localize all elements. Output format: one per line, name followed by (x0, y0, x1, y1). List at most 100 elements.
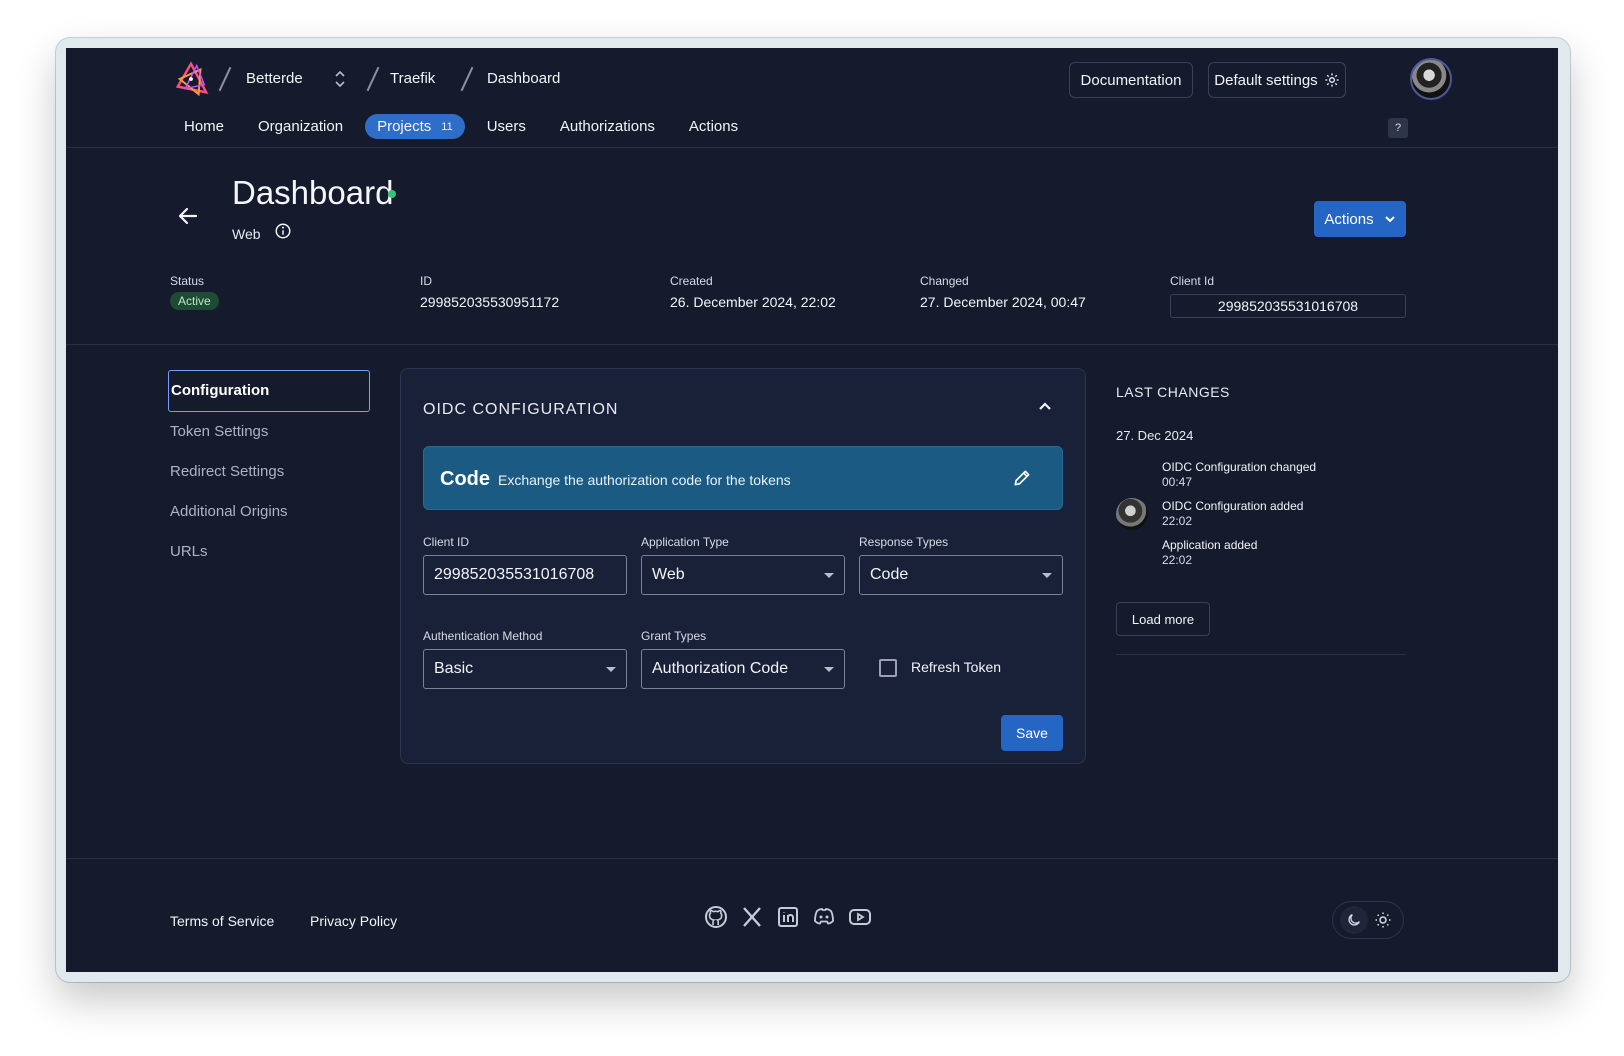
id-label: ID (420, 274, 432, 288)
nav-organization-label: Organization (258, 118, 344, 135)
oidc-configuration-card: OIDC CONFIGURATION Code Exchange the aut… (400, 368, 1086, 764)
actions-label: Actions (1324, 210, 1374, 228)
default-settings-button[interactable]: Default settings (1208, 62, 1346, 98)
changed-label: Changed (920, 274, 969, 288)
application-type-field-group: Application Type Web (641, 535, 845, 595)
id-value: 299852035530951172 (420, 294, 560, 310)
response-types-label: Response Types (859, 535, 949, 549)
nav-actions[interactable]: Actions (677, 114, 750, 139)
default-settings-label: Default settings (1214, 71, 1318, 89)
created-label: Created (670, 274, 713, 288)
dropdown-caret-icon (824, 572, 834, 578)
sidebar-item-redirect-settings[interactable]: Redirect Settings (168, 452, 370, 492)
changer-avatar (1116, 498, 1148, 530)
client-id-field-label: Client ID (423, 535, 470, 549)
linkedin-icon[interactable] (776, 905, 800, 929)
auth-flow-banner: Code Exchange the authorization code for… (423, 446, 1063, 510)
top-bar: Betterde Traefik Dashboard Documentation… (66, 48, 1558, 148)
breadcrumb-separator (218, 66, 232, 92)
change-item: OIDC Configuration added 22:02 (1162, 499, 1303, 529)
meta-client-id: Client Id 299852035531016708 (1170, 274, 1406, 318)
youtube-icon[interactable] (848, 905, 872, 929)
response-types-select[interactable]: Code (859, 555, 1063, 595)
auth-flow-title: Code (440, 468, 490, 490)
app-type-subtitle: Web (232, 226, 261, 242)
pencil-icon[interactable] (1012, 468, 1032, 488)
nav-projects-label: Projects (377, 118, 432, 135)
github-icon[interactable] (704, 905, 728, 929)
discord-icon[interactable] (812, 905, 836, 929)
info-icon[interactable] (274, 222, 292, 240)
meta-id: ID 299852035530951172 (420, 274, 559, 310)
client-id-input-value: 299852035531016708 (434, 566, 595, 583)
terms-link[interactable]: Terms of Service (170, 913, 274, 929)
breadcrumb-project[interactable]: Traefik (390, 70, 435, 87)
change-item: OIDC Configuration changed 00:47 (1162, 460, 1316, 490)
dropdown-caret-icon (606, 666, 616, 672)
meta-status: Status Active (170, 274, 219, 310)
grant-types-field-group: Grant Types Authorization Code (641, 629, 845, 689)
client-id-input[interactable]: 299852035531016708 (423, 555, 627, 595)
nav-users[interactable]: Users (475, 114, 538, 139)
auth-method-select[interactable]: Basic (423, 649, 627, 689)
last-changes-panel: LAST CHANGES 27. Dec 2024 OIDC Configura… (1116, 384, 1406, 655)
breadcrumb-separator (460, 66, 474, 92)
nav-projects[interactable]: Projects 11 (365, 114, 465, 139)
chevron-down-icon (1384, 216, 1395, 223)
nav-organization[interactable]: Organization (246, 114, 355, 139)
sidebar-item-configuration[interactable]: Configuration (168, 370, 370, 412)
org-switch-icon[interactable] (334, 68, 346, 90)
change-text: OIDC Configuration added (1162, 499, 1304, 513)
documentation-label: Documentation (1080, 71, 1182, 89)
dark-mode-button[interactable] (1339, 906, 1368, 934)
sidebar-item-urls[interactable]: URLs (168, 532, 370, 572)
actions-dropdown-button[interactable]: Actions (1314, 201, 1406, 237)
change-text: OIDC Configuration changed (1162, 460, 1317, 474)
client-id-copy-field[interactable]: 299852035531016708 (1170, 294, 1406, 318)
application-type-label: Application Type (641, 535, 729, 549)
breadcrumb-org[interactable]: Betterde (246, 70, 303, 87)
change-item: Application added 22:02 (1162, 538, 1257, 568)
chevron-up-icon[interactable] (1037, 399, 1053, 415)
nav-home[interactable]: Home (172, 114, 236, 139)
grant-types-select[interactable]: Authorization Code (641, 649, 845, 689)
footer: Terms of Service Privacy Policy (66, 858, 1558, 972)
help-button[interactable]: ? (1388, 118, 1408, 138)
load-more-button[interactable]: Load more (1116, 602, 1210, 636)
created-value: 26. December 2024, 22:02 (670, 294, 836, 310)
auth-method-field-group: Authentication Method Basic (423, 629, 627, 689)
grant-types-label: Grant Types (641, 629, 707, 643)
auth-method-value: Basic (434, 660, 474, 677)
nav-authorizations[interactable]: Authorizations (548, 114, 667, 139)
dropdown-caret-icon (1042, 572, 1052, 578)
privacy-link[interactable]: Privacy Policy (310, 913, 397, 929)
x-icon[interactable] (740, 905, 764, 929)
breadcrumb-app[interactable]: Dashboard (487, 70, 560, 87)
load-more-label: Load more (1131, 611, 1195, 627)
social-links (704, 905, 872, 929)
zitadel-logo[interactable] (172, 60, 210, 98)
last-changes-title: LAST CHANGES (1116, 384, 1230, 400)
back-arrow-icon[interactable] (176, 204, 200, 228)
changes-divider (1116, 654, 1406, 655)
light-mode-button[interactable] (1369, 906, 1397, 934)
refresh-token-checkbox[interactable] (879, 659, 897, 677)
user-avatar[interactable] (1410, 58, 1452, 100)
changed-value: 27. December 2024, 00:47 (920, 294, 1086, 310)
auth-method-label: Authentication Method (423, 629, 543, 643)
sidebar-item-additional-origins[interactable]: Additional Origins (168, 492, 370, 532)
refresh-token-label[interactable]: Refresh Token (911, 659, 1001, 675)
last-changes-date: 27. Dec 2024 (1116, 428, 1194, 443)
sidebar-item-token-settings[interactable]: Token Settings (168, 412, 370, 452)
save-button[interactable]: Save (1001, 715, 1063, 751)
meta-changed: Changed 27. December 2024, 00:47 (920, 274, 1086, 310)
oidc-card-title: OIDC CONFIGURATION (423, 401, 619, 418)
grant-types-value: Authorization Code (652, 660, 789, 677)
change-time: 22:02 (1162, 553, 1193, 567)
theme-toggle (1332, 901, 1404, 939)
sun-icon (1375, 912, 1390, 928)
documentation-button[interactable]: Documentation (1069, 62, 1193, 98)
nav-authorizations-label: Authorizations (559, 118, 655, 135)
status-label: Status (170, 274, 205, 288)
application-type-select[interactable]: Web (641, 555, 845, 595)
